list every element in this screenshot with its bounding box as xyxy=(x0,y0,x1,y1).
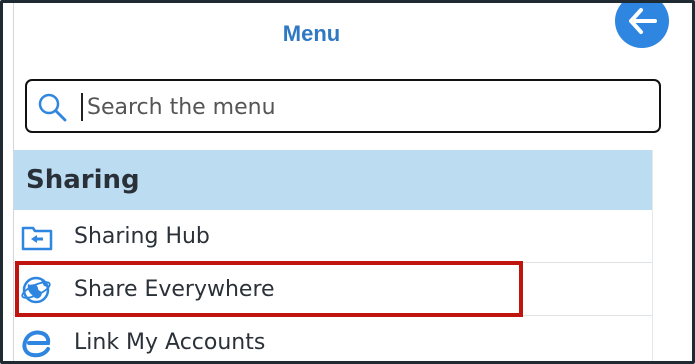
search-icon xyxy=(38,93,67,122)
menu-panel: Menu Sharing Sharing Hub xyxy=(13,3,683,361)
back-button[interactable] xyxy=(615,3,669,48)
sharing-hub-folder-icon xyxy=(21,226,53,251)
menu-item-sharing-hub[interactable]: Sharing Hub xyxy=(14,211,652,263)
menu-item-share-everywhere[interactable]: Share Everywhere xyxy=(14,264,652,316)
menu-title: Menu xyxy=(282,21,341,46)
text-cursor xyxy=(81,93,83,121)
search-box[interactable] xyxy=(25,79,661,133)
share-everywhere-globe-icon xyxy=(21,276,51,304)
arrow-left-icon xyxy=(629,8,657,34)
scrollbar-track[interactable] xyxy=(652,150,683,361)
section-title: Sharing xyxy=(26,165,140,195)
menu-item-label: Sharing Hub xyxy=(74,224,210,249)
menu-item-label: Link My Accounts xyxy=(74,330,266,355)
section-header-sharing: Sharing xyxy=(14,150,652,210)
link-accounts-e-icon xyxy=(22,330,51,358)
window-frame: Menu Sharing Sharing Hub xyxy=(0,0,695,364)
search-input[interactable] xyxy=(85,88,649,126)
menu-item-label: Share Everywhere xyxy=(74,277,275,302)
menu-item-link-my-accounts[interactable]: Link My Accounts xyxy=(14,317,652,361)
